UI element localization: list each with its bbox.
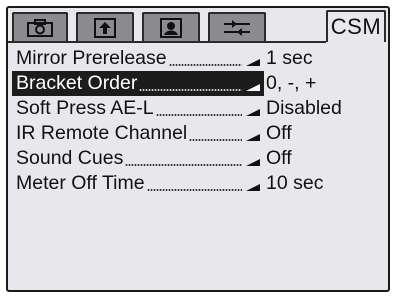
menu-item-mirror-prerelease[interactable]: Mirror Prerelease 1 sec <box>8 46 388 71</box>
tab-csm[interactable]: CSM <box>326 10 386 42</box>
setup-menu-icon <box>222 18 252 38</box>
menu-item-label: Bracket Order <box>16 72 138 94</box>
menu-item-value: Off <box>266 147 292 169</box>
menu-item-label: Meter Off Time <box>16 172 145 194</box>
menu-item-ir-remote-channel[interactable]: IR Remote Channel Off <box>8 121 388 146</box>
menu-item-label: Soft Press AE-L <box>16 97 154 119</box>
menu-item-meter-off-time[interactable]: Meter Off Time 10 sec <box>8 171 388 196</box>
submenu-arrow-icon <box>246 109 260 116</box>
menu-item-value: 1 sec <box>266 47 313 69</box>
csm-menu-list: Mirror Prerelease 1 sec Bracket Order 0,… <box>8 46 388 196</box>
menu-item-value: 0, -, + <box>266 72 317 94</box>
submenu-arrow-icon <box>246 84 260 91</box>
menu-item-value: 10 sec <box>266 172 324 194</box>
tab-setup[interactable] <box>208 12 266 42</box>
tab-shooting[interactable] <box>76 12 134 42</box>
leader-dots <box>168 63 242 66</box>
tab-divider <box>8 41 326 43</box>
shooting-menu-icon <box>94 18 116 38</box>
tab-csm-label: CSM <box>330 14 382 39</box>
submenu-arrow-icon <box>246 184 260 191</box>
leader-dots <box>146 188 242 191</box>
menu-item-sound-cues[interactable]: Sound Cues Off <box>8 146 388 171</box>
leader-dots <box>139 88 242 91</box>
camera-icon <box>26 18 54 38</box>
menu-item-value: Disabled <box>266 97 342 119</box>
camera-menu-screen: CSM Mirror Prerelease 1 sec Bracket Orde… <box>6 6 390 292</box>
submenu-arrow-icon <box>246 159 260 166</box>
submenu-arrow-icon <box>246 59 260 66</box>
submenu-arrow-icon <box>246 134 260 141</box>
tab-camera[interactable] <box>12 12 68 42</box>
tab-bar: CSM <box>8 8 388 43</box>
tab-playback[interactable] <box>142 12 200 42</box>
leader-dots <box>155 113 242 116</box>
leader-dots <box>125 163 242 166</box>
menu-item-label: Mirror Prerelease <box>16 47 167 69</box>
playback-menu-icon <box>160 18 182 38</box>
menu-item-soft-press-ae-l[interactable]: Soft Press AE-L Disabled <box>8 96 388 121</box>
menu-item-value: Off <box>266 122 292 144</box>
menu-item-bracket-order[interactable]: Bracket Order 0, -, + <box>8 71 388 96</box>
menu-item-label: Sound Cues <box>16 147 124 169</box>
menu-item-label: IR Remote Channel <box>16 122 188 144</box>
leader-dots <box>189 138 242 141</box>
